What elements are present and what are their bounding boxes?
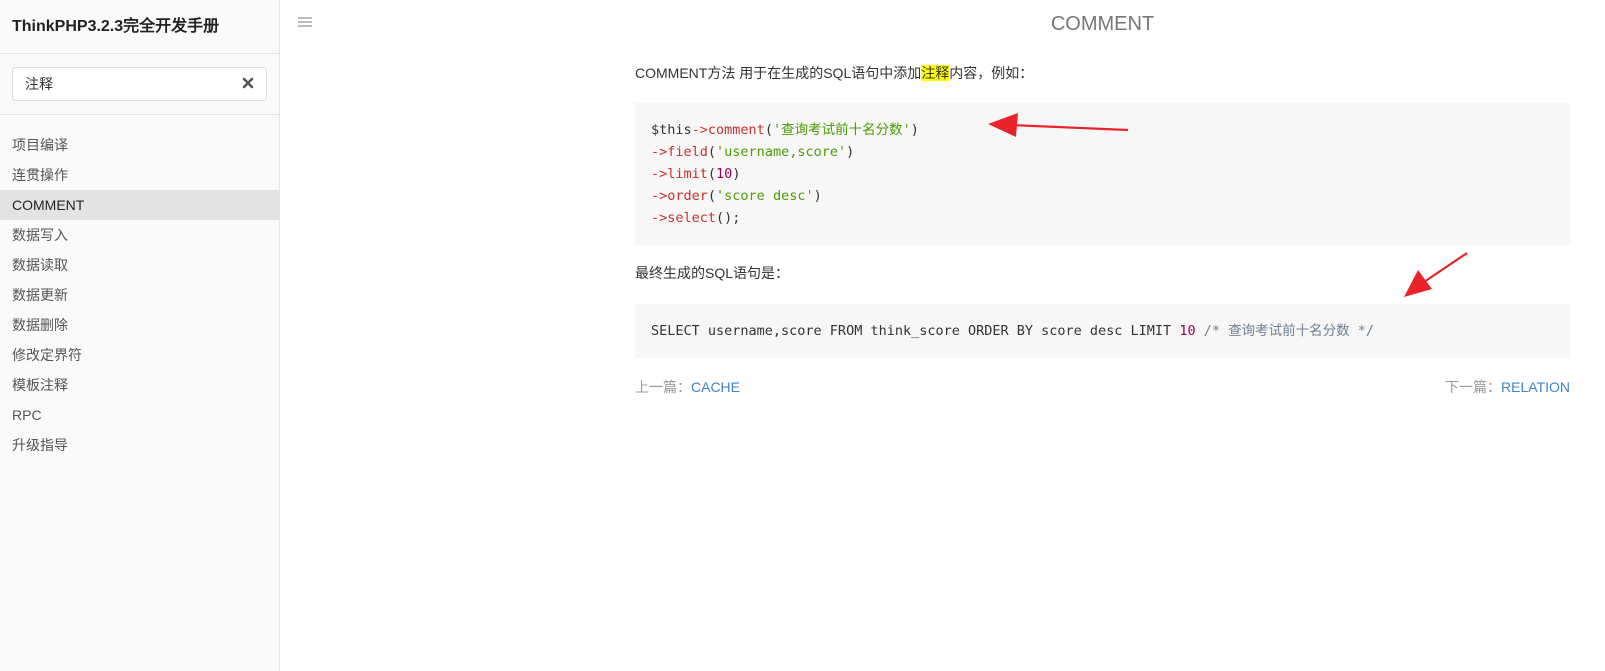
search-area (0, 54, 279, 115)
code-block-php: $this->comment('查询考试前十名分数') ->field('use… (635, 103, 1570, 245)
code-line: ->order('score desc') (651, 188, 822, 204)
prev-link[interactable]: CACHE (691, 379, 740, 395)
arrow-icon (1404, 252, 1468, 297)
sidebar-item-chained-ops[interactable]: 连贯操作 (0, 160, 279, 190)
sidebar-item-comment[interactable]: COMMENT (0, 190, 279, 220)
result-label: 最终生成的SQL语句是： (635, 265, 790, 281)
sidebar-item-rpc[interactable]: RPC (0, 400, 279, 430)
sidebar-item-data-delete[interactable]: 数据删除 (0, 310, 279, 340)
search-input[interactable] (13, 68, 233, 100)
sidebar-item-project-compile[interactable]: 项目编译 (0, 130, 279, 160)
code-line: SELECT username,score FROM think_score O… (651, 323, 1374, 339)
code-block-sql: SELECT username,score FROM think_score O… (635, 304, 1570, 358)
sidebar-item-template-comment[interactable]: 模板注释 (0, 370, 279, 400)
page-title: COMMENT (1050, 13, 1155, 35)
next-link[interactable]: RELATION (1501, 379, 1570, 395)
sidebar-item-modify-delimiter[interactable]: 修改定界符 (0, 340, 279, 370)
code-line: ->limit(10) (651, 166, 741, 182)
code-line: ->select(); (651, 210, 741, 226)
sidebar-item-data-update[interactable]: 数据更新 (0, 280, 279, 310)
book-title[interactable]: ThinkPHP3.2.3完全开发手册 (0, 0, 279, 54)
sidebar-item-upgrade-guide[interactable]: 升级指导 (0, 430, 279, 460)
search-box (12, 67, 267, 101)
next-label: 下一篇： (1445, 379, 1502, 395)
intro-text-before: COMMENT方法 用于在生成的SQL语句中添加 (635, 65, 922, 81)
sidebar-nav: 项目编译 连贯操作 COMMENT 数据写入 数据读取 数据更新 数据删除 修改… (0, 115, 279, 460)
prev-label: 上一篇： (635, 379, 691, 395)
code-line: $this->comment('查询考试前十名分数') (651, 122, 919, 138)
sidebar-item-data-write[interactable]: 数据写入 (0, 220, 279, 250)
menu-toggle-icon[interactable] (298, 17, 312, 30)
prev-article: 上一篇：CACHE (635, 377, 740, 397)
sidebar-item-data-read[interactable]: 数据读取 (0, 250, 279, 280)
intro-text-after: 内容，例如： (949, 65, 1034, 81)
sidebar: ThinkPHP3.2.3完全开发手册 项目编译 连贯操作 COMMENT 数据… (0, 0, 280, 671)
code-line: ->field('username,score') (651, 144, 855, 160)
intro-paragraph: COMMENT方法 用于在生成的SQL语句中添加注释内容，例如： (635, 63, 1033, 83)
search-highlight: 注释 (921, 65, 950, 81)
next-article: 下一篇：RELATION (1445, 377, 1570, 397)
clear-search-icon[interactable] (240, 75, 256, 91)
